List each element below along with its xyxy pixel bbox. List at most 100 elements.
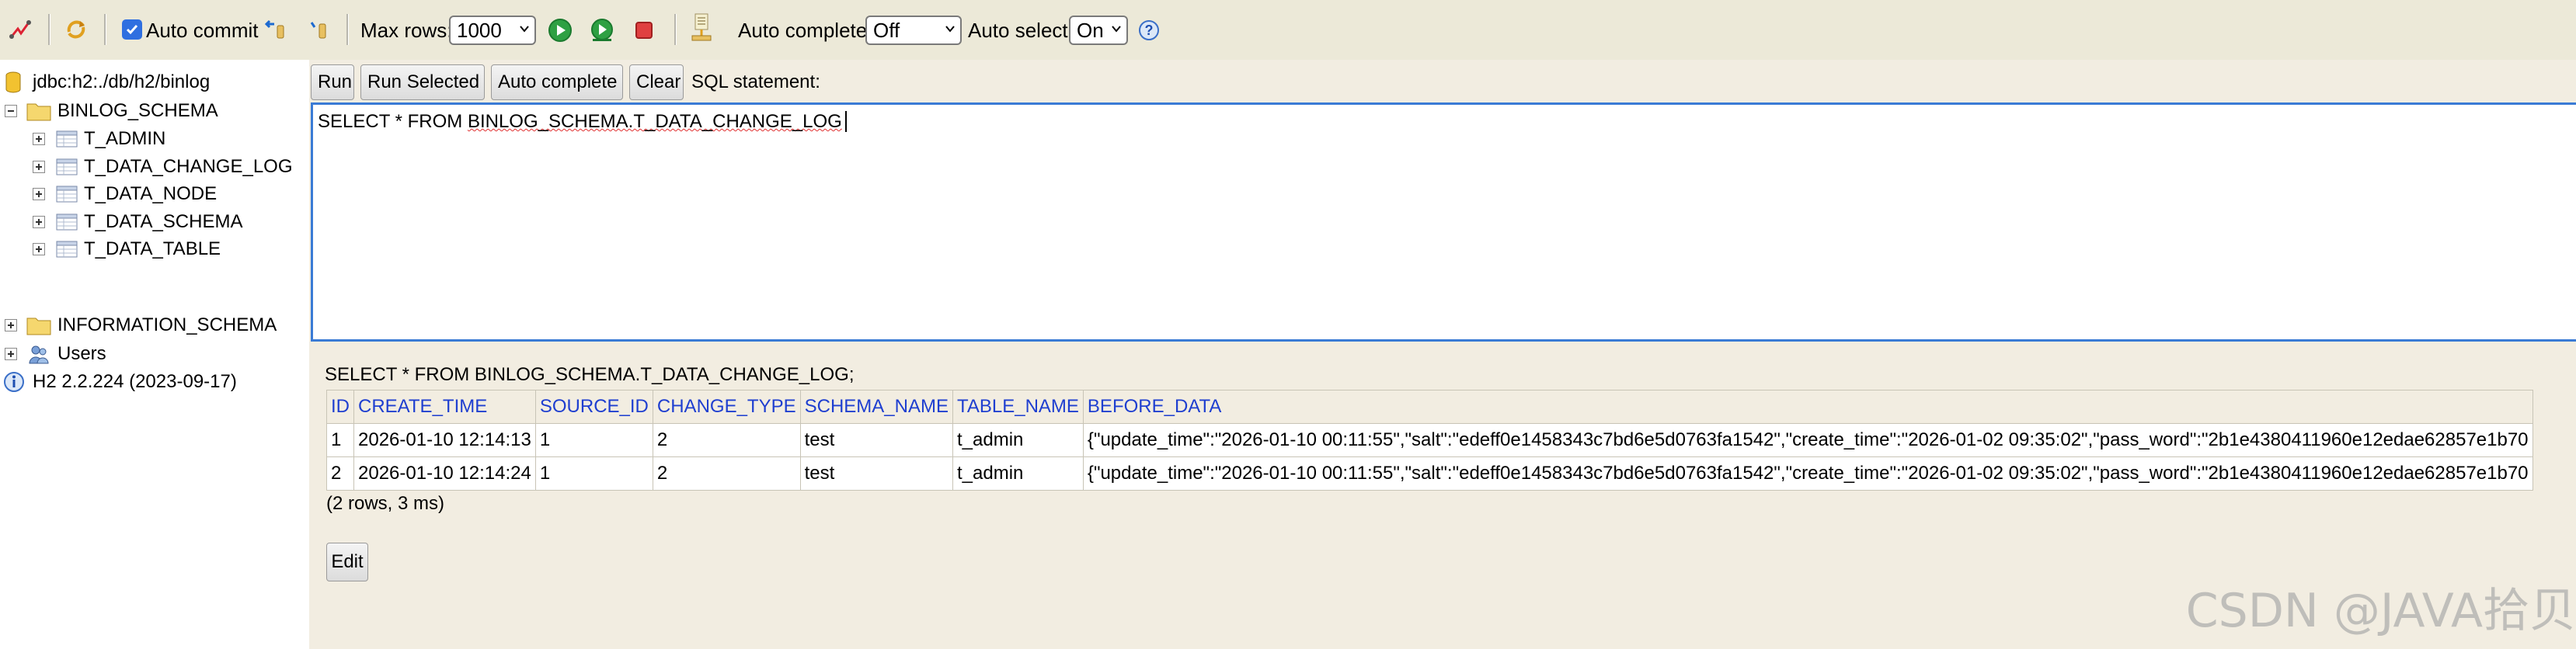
tree-information-schema[interactable]: INFORMATION_SCHEMA bbox=[5, 312, 277, 338]
chevron-down-icon bbox=[520, 26, 529, 33]
auto-select-select[interactable]: On bbox=[1069, 16, 1128, 45]
result-header-row: ID CREATE_TIME SOURCE_ID CHANGE_TYPE SCHEMA_… bbox=[326, 390, 2533, 424]
table-icon bbox=[56, 130, 78, 148]
table-cell: 1 bbox=[326, 423, 354, 457]
table-icon bbox=[56, 158, 78, 175]
toolbar: Auto commit Max rows: 1000 Auto complete… bbox=[0, 0, 2576, 61]
rollback-icon[interactable] bbox=[263, 17, 289, 42]
refresh-icon[interactable] bbox=[64, 17, 89, 42]
info-icon bbox=[4, 372, 24, 392]
table-cell: test bbox=[799, 456, 953, 491]
expand-icon[interactable] bbox=[33, 188, 45, 200]
tree-schema-label: BINLOG_SCHEMA bbox=[57, 100, 218, 121]
collapse-icon[interactable] bbox=[5, 105, 17, 117]
tree-table-item[interactable]: T_DATA_CHANGE_LOG bbox=[33, 154, 293, 180]
tree-table-label: T_DATA_NODE bbox=[84, 183, 218, 204]
tree-schema[interactable]: BINLOG_SCHEMA bbox=[5, 98, 218, 124]
tree-table-label: T_DATA_TABLE bbox=[84, 238, 221, 259]
run-icon[interactable] bbox=[547, 17, 573, 43]
result-query: SELECT * FROM BINLOG_SCHEMA.T_DATA_CHANG… bbox=[325, 364, 855, 385]
auto-commit-label: Auto commit bbox=[146, 19, 259, 42]
auto-commit-checkbox[interactable] bbox=[122, 19, 142, 40]
tree-table-item[interactable]: T_ADMIN bbox=[33, 126, 165, 152]
tree-table-label: T_DATA_SCHEMA bbox=[84, 210, 243, 232]
tree-table-label: T_ADMIN bbox=[84, 128, 166, 149]
auto-complete-label: Auto complete bbox=[738, 19, 868, 42]
tree-table-item[interactable]: T_DATA_NODE bbox=[33, 181, 217, 207]
toolbar-separator bbox=[674, 14, 677, 45]
tree-users[interactable]: Users bbox=[5, 341, 106, 367]
table-cell: test bbox=[799, 423, 953, 457]
auto-complete-select[interactable]: Off bbox=[865, 16, 962, 45]
tree-version: H2 2.2.224 (2023-09-17) bbox=[3, 369, 237, 395]
table-cell: 2 bbox=[652, 423, 801, 457]
tree-table-item[interactable]: T_DATA_SCHEMA bbox=[33, 209, 242, 235]
tree-connection[interactable]: jdbc:h2:./db/h2/binlog bbox=[5, 69, 210, 95]
table-cell: {"update_time":"2026-01-10 00:11:55","sa… bbox=[1082, 456, 2533, 491]
table-cell: 2026-01-10 12:14:13 bbox=[353, 423, 536, 457]
watermark: CSDN @JAVA拾贝 bbox=[2185, 584, 2576, 638]
column-header: CREATE_TIME bbox=[353, 390, 536, 424]
chevron-down-icon bbox=[1112, 26, 1121, 33]
column-header: ID bbox=[326, 390, 354, 424]
users-icon bbox=[29, 345, 49, 364]
expand-icon[interactable] bbox=[5, 348, 17, 360]
svg-text:?: ? bbox=[1145, 23, 1154, 38]
toolbar-separator bbox=[346, 14, 349, 45]
sql-editor-prefix: SELECT * FROM bbox=[318, 111, 468, 132]
column-header: SCHEMA_NAME bbox=[799, 390, 953, 424]
folder-icon bbox=[26, 318, 51, 335]
stop-icon[interactable] bbox=[632, 19, 656, 42]
tree-table-label: T_DATA_CHANGE_LOG bbox=[84, 155, 293, 177]
table-cell: 2 bbox=[652, 456, 801, 491]
expand-icon[interactable] bbox=[5, 319, 17, 331]
column-header: SOURCE_ID bbox=[534, 390, 653, 424]
table-cell: 1 bbox=[534, 423, 653, 457]
clear-button[interactable]: Clear bbox=[629, 64, 684, 100]
table-cell: 2 bbox=[326, 456, 354, 491]
help-icon[interactable]: ? bbox=[1137, 19, 1161, 42]
expand-icon[interactable] bbox=[33, 133, 45, 145]
max-rows-label: Max rows: bbox=[360, 19, 453, 42]
tree-connection-label: jdbc:h2:./db/h2/binlog bbox=[33, 71, 211, 92]
auto-complete-value: Off bbox=[873, 19, 900, 42]
table-cell: {"update_time":"2026-01-10 00:11:55","sa… bbox=[1082, 423, 2533, 457]
result-summary: (2 rows, 3 ms) bbox=[326, 493, 445, 514]
table-icon bbox=[56, 213, 78, 230]
run-button[interactable]: Run bbox=[311, 64, 354, 100]
toolbar-separator bbox=[104, 14, 106, 45]
main-panel: Run Run Selected Auto complete Clear SQL… bbox=[309, 60, 2576, 649]
commit-icon[interactable] bbox=[308, 17, 334, 42]
table-cell: 1 bbox=[534, 456, 653, 491]
result-body: 1 2026-01-10 12:14:13 1 2 test t_admin {"updat… bbox=[326, 423, 2533, 491]
auto-select-value: On bbox=[1077, 19, 1104, 42]
history-icon[interactable] bbox=[688, 12, 715, 43]
chevron-down-icon bbox=[945, 26, 955, 33]
max-rows-select[interactable]: 1000 bbox=[449, 16, 536, 45]
tree-version-label: H2 2.2.224 (2023-09-17) bbox=[33, 371, 237, 392]
table-cell: t_admin bbox=[952, 456, 1084, 491]
toolbar-separator bbox=[48, 14, 50, 45]
table-cell: t_admin bbox=[952, 423, 1084, 457]
column-header: BEFORE_DATA bbox=[1082, 390, 2533, 424]
column-header: CHANGE_TYPE bbox=[652, 390, 801, 424]
tree-users-label: Users bbox=[57, 343, 106, 364]
auto-complete-button[interactable]: Auto complete bbox=[491, 64, 623, 100]
text-cursor: ​ bbox=[844, 111, 847, 132]
edit-button[interactable]: Edit bbox=[326, 543, 368, 581]
table-row: 2 2026-01-10 12:14:24 1 2 test t_admin {"updat… bbox=[326, 456, 2533, 491]
database-icon bbox=[5, 71, 21, 93]
run-selected-icon[interactable] bbox=[589, 17, 615, 43]
auto-select-label: Auto select bbox=[968, 19, 1068, 42]
result-table: ID CREATE_TIME SOURCE_ID CHANGE_TYPE SCHEMA_… bbox=[326, 390, 2533, 491]
table-row: 1 2026-01-10 12:14:13 1 2 test t_admin {"updat… bbox=[326, 423, 2533, 457]
column-header: TABLE_NAME bbox=[952, 390, 1084, 424]
expand-icon[interactable] bbox=[33, 160, 45, 173]
expand-icon[interactable] bbox=[33, 243, 45, 255]
expand-icon[interactable] bbox=[33, 215, 45, 228]
tree-table-item[interactable]: T_DATA_TABLE bbox=[33, 236, 221, 262]
disconnect-icon[interactable] bbox=[8, 17, 33, 42]
run-selected-button[interactable]: Run Selected bbox=[360, 64, 485, 100]
sql-editor[interactable]: SELECT * FROM BINLOG_SCHEMA.T_DATA_CHANG… bbox=[311, 102, 2576, 342]
table-cell: 2026-01-10 12:14:24 bbox=[353, 456, 536, 491]
